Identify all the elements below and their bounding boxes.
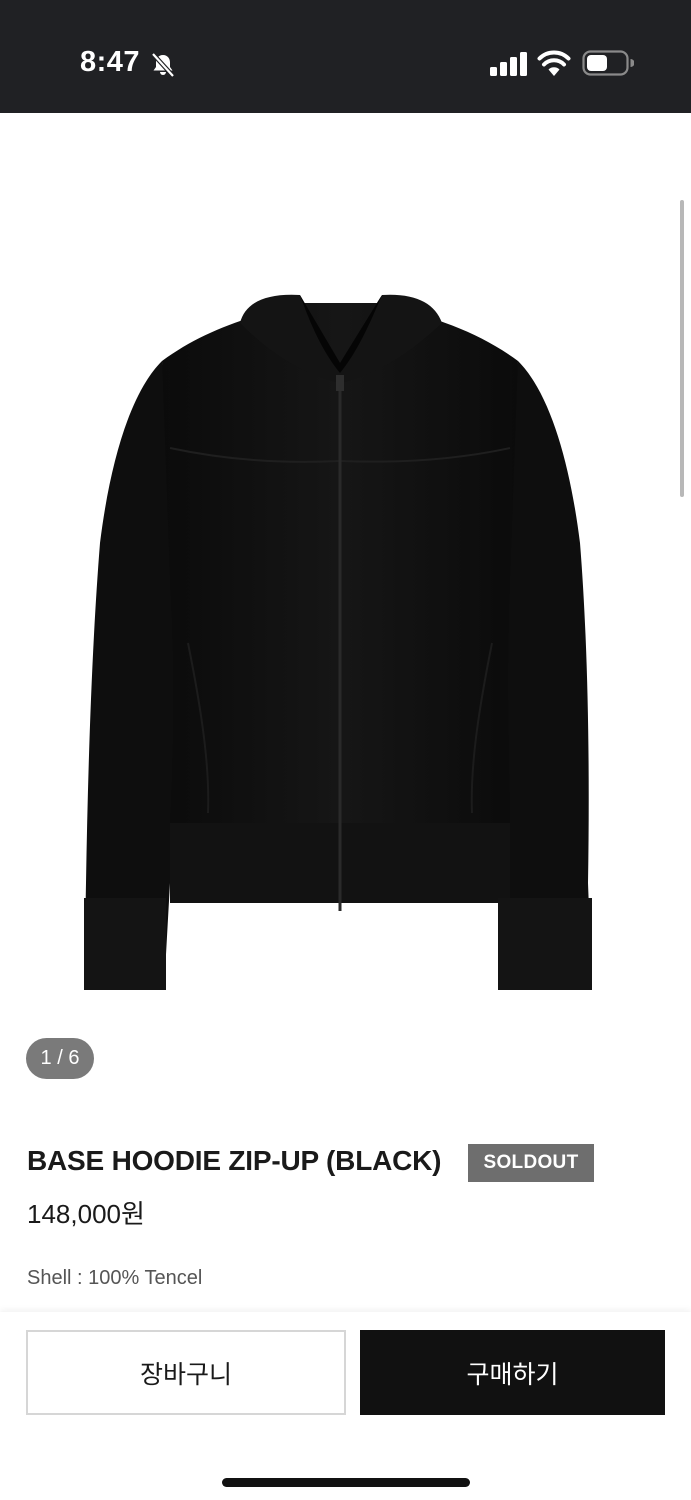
status-bar: 8:47 [0,0,691,113]
product-material: Shell : 100% Tencel [27,1267,203,1289]
buy-now-button[interactable]: 구매하기 [360,1330,665,1415]
soldout-badge: SOLDOUT [468,1144,594,1182]
scroll-indicator[interactable] [680,200,684,497]
home-indicator[interactable] [222,1478,470,1487]
battery-icon [582,50,634,76]
bell-slash-icon [151,52,175,78]
product-image-gallery[interactable] [0,113,691,1103]
signal-icon [490,52,527,76]
wifi-icon [537,50,571,76]
bottom-action-bar: 장바구니 구매하기 [0,1312,691,1500]
status-time: 8:47 [80,46,141,78]
product-price: 148,000원 [27,1199,145,1229]
product-title: BASE HOODIE ZIP-UP (BLACK) [27,1145,442,1176]
add-to-cart-button[interactable]: 장바구니 [26,1330,346,1415]
image-page-counter: 1 / 6 [26,1038,94,1079]
product-image-hoodie [84,294,592,990]
